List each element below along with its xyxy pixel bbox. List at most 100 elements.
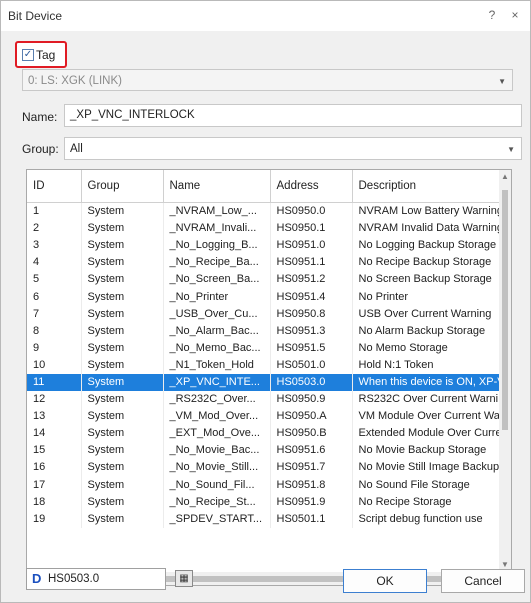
table-row[interactable]: 6 System _No_Printer HS0951.4 No Printer [27, 288, 502, 306]
table-cell: System [81, 305, 164, 323]
table-cell: System [81, 202, 164, 221]
table-cell: When this device is ON, XP-V [352, 373, 502, 392]
table-cell: _No_Logging_B... [163, 237, 271, 255]
table-cell: System [81, 459, 164, 477]
table-cell: 2 [27, 220, 82, 238]
name-input-value: _XP_VNC_INTERLOCK [70, 109, 195, 121]
column-header[interactable]: Description [352, 170, 502, 203]
table-row[interactable]: 1 System _NVRAM_Low_... HS0950.0 NVRAM Low B… [27, 202, 502, 221]
vertical-scrollbar[interactable]: ▲ ▼ [499, 170, 511, 572]
table-row[interactable]: 4 System _No_Recipe_Ba... HS0951.1 No Recipe… [27, 254, 502, 272]
table-row[interactable]: 7 System _USB_Over_Cu... HS0950.8 USB Over C… [27, 305, 502, 323]
table-cell: System [81, 373, 164, 392]
table-cell: HS0951.6 [270, 442, 353, 460]
dialog-title: Bit Device [8, 9, 63, 23]
scroll-up-icon[interactable]: ▲ [501, 172, 509, 181]
table-cell: No Logging Backup Storage [352, 237, 502, 255]
table-cell: _No_Screen_Ba... [163, 271, 271, 289]
vertical-scroll-thumb[interactable] [502, 190, 508, 430]
table-cell: 17 [27, 476, 82, 494]
table-cell: _No_Sound_Fil... [163, 476, 271, 494]
table-cell: 3 [27, 237, 82, 255]
table-row[interactable]: 15 System _No_Movie_Bac... HS0951.6 No Movie… [27, 442, 502, 460]
table-cell: HS0950.1 [270, 220, 353, 238]
column-header[interactable]: Name [163, 170, 271, 203]
cancel-button[interactable]: Cancel [441, 569, 525, 593]
scroll-down-icon[interactable]: ▼ [501, 560, 509, 569]
table-cell: 8 [27, 322, 82, 340]
table-cell: No Memo Storage [352, 339, 502, 357]
table-cell: System [81, 271, 164, 289]
bit-device-dialog: Bit Device ? × ✓ Tag 0: LS: XGK (LINK) ▼… [0, 0, 531, 603]
table-cell: System [81, 254, 164, 272]
table-cell: 6 [27, 288, 82, 306]
group-combo-value: All [70, 143, 83, 155]
table-cell: 16 [27, 459, 82, 477]
table-row[interactable]: 11 System _XP_VNC_INTE... HS0503.0 When this… [27, 373, 502, 392]
column-header[interactable]: ID [27, 170, 82, 203]
device-combo[interactable]: 0: LS: XGK (LINK) ▼ [22, 69, 513, 91]
column-header[interactable]: Address [270, 170, 353, 203]
table-cell: System [81, 391, 164, 409]
table-row[interactable]: 9 System _No_Memo_Bac... HS0951.5 No Memo St… [27, 339, 502, 357]
table-cell: _RS232C_Over... [163, 391, 271, 409]
table-cell: _XP_VNC_INTE... [163, 373, 271, 392]
table-cell: No Screen Backup Storage [352, 271, 502, 289]
table-cell: Hold N:1 Token [352, 356, 502, 374]
table-header-row: ID Group Name Address Description [27, 170, 502, 203]
table-cell: 10 [27, 356, 82, 374]
table-row[interactable]: 3 System _No_Logging_B... HS0951.0 No Loggin… [27, 237, 502, 255]
table-row[interactable]: 18 System _No_Recipe_St... HS0951.9 No Recip… [27, 493, 502, 511]
table-cell: NVRAM Low Battery Warning [352, 202, 502, 221]
table-row[interactable]: 2 System _NVRAM_Invali... HS0950.1 NVRAM Inv… [27, 220, 502, 238]
table-cell: System [81, 220, 164, 238]
close-button[interactable]: × [507, 7, 523, 23]
table-row[interactable]: 10 System _N1_Token_Hold HS0501.0 Hold N:1 T… [27, 356, 502, 374]
table-cell: Extended Module Over Curre [352, 425, 502, 443]
address-field[interactable]: D HS0503.0 [26, 568, 166, 590]
table-row[interactable]: 16 System _No_Movie_Still... HS0951.7 No Mov… [27, 459, 502, 477]
table-row[interactable]: 17 System _No_Sound_Fil... HS0951.8 No Sound… [27, 476, 502, 494]
ok-button[interactable]: OK [343, 569, 427, 593]
table-cell: System [81, 339, 164, 357]
table-cell: HS0951.5 [270, 339, 353, 357]
table-cell: _VM_Mod_Over... [163, 408, 271, 426]
table-cell: VM Module Over Current Wa [352, 408, 502, 426]
keypad-icon[interactable]: ▦ [175, 570, 193, 587]
table-row[interactable]: 8 System _No_Alarm_Bac... HS0951.3 No Alarm … [27, 322, 502, 340]
table-row[interactable]: 14 System _EXT_Mod_Ove... HS0950.B Extended … [27, 425, 502, 443]
device-type-icon: D [32, 571, 42, 586]
table-cell: HS0951.0 [270, 237, 353, 255]
table-cell: 9 [27, 339, 82, 357]
tag-checkbox[interactable]: ✓ [22, 49, 34, 61]
table-cell: _USB_Over_Cu... [163, 305, 271, 323]
help-button[interactable]: ? [484, 7, 500, 23]
table-cell: HS0951.2 [270, 271, 353, 289]
table-row[interactable]: 5 System _No_Screen_Ba... HS0951.2 No Screen… [27, 271, 502, 289]
group-combo[interactable]: All ▼ [64, 137, 522, 160]
table-cell: Script debug function use [352, 510, 502, 528]
table-cell: No Alarm Backup Storage [352, 322, 502, 340]
table-cell: USB Over Current Warning [352, 305, 502, 323]
tag-label: Tag [36, 48, 56, 62]
tag-checkbox-group[interactable]: ✓ Tag [15, 41, 67, 68]
table-cell: System [81, 288, 164, 306]
table-cell: _No_Printer [163, 288, 271, 306]
table-cell: HS0951.4 [270, 288, 353, 306]
title-bar: Bit Device ? × [1, 1, 530, 31]
table-cell: HS0951.9 [270, 493, 353, 511]
column-header[interactable]: Group [81, 170, 164, 203]
table-cell: HS0501.1 [270, 510, 353, 528]
table-row[interactable]: 12 System _RS232C_Over... HS0950.9 RS232C Ov… [27, 391, 502, 409]
device-table: ID Group Name Address Description 1 System _NV… [26, 169, 512, 586]
table-cell: HS0951.7 [270, 459, 353, 477]
table-cell: System [81, 408, 164, 426]
table-row[interactable]: 19 System _SPDEV_START... HS0501.1 Script de… [27, 510, 502, 528]
name-label: Name: [22, 110, 58, 124]
table-cell: HS0951.1 [270, 254, 353, 272]
table-cell: 1 [27, 202, 82, 221]
table-cell: HS0950.0 [270, 202, 353, 221]
name-input[interactable]: _XP_VNC_INTERLOCK [64, 104, 522, 127]
table-row[interactable]: 13 System _VM_Mod_Over... HS0950.A VM Module… [27, 408, 502, 426]
table-cell: System [81, 476, 164, 494]
